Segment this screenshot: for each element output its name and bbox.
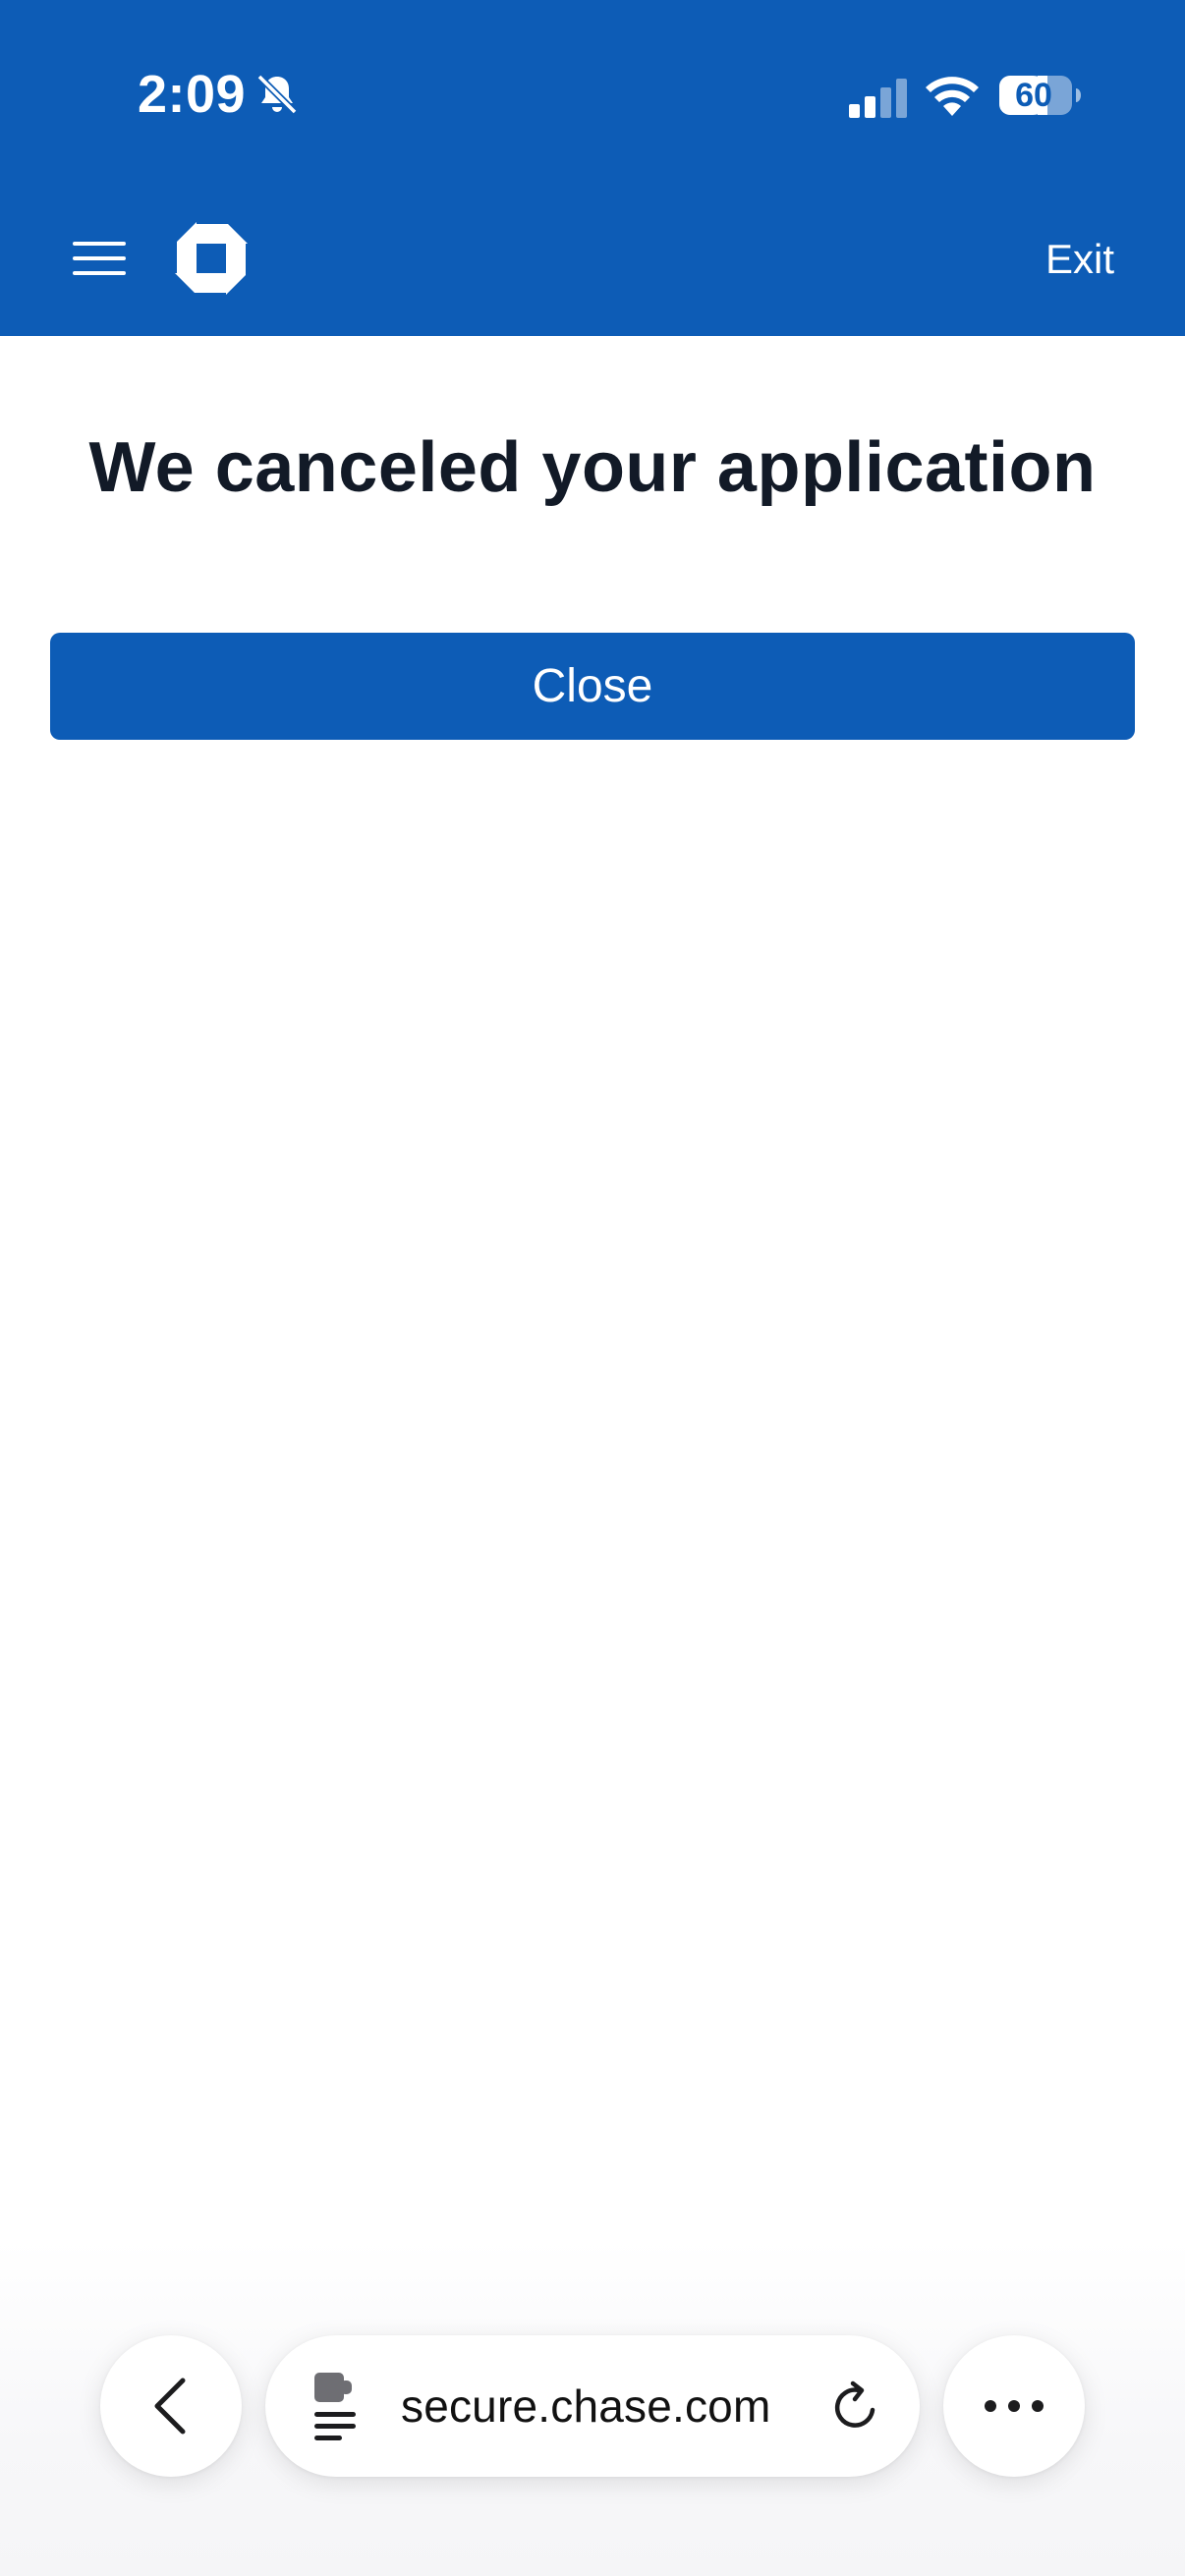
page-title: We canceled your application [88,428,1097,507]
chase-logo-icon[interactable] [175,222,248,295]
chevron-left-icon [154,2378,186,2435]
url-text: secure.chase.com [401,2380,771,2432]
back-button[interactable] [100,2335,242,2477]
more-button[interactable] [943,2335,1085,2477]
cellular-signal-icon [849,79,907,118]
address-bar[interactable]: secure.chase.com [265,2335,920,2477]
reload-icon[interactable] [829,2380,882,2434]
status-time: 2:09 [138,65,247,124]
close-button[interactable]: Close [50,633,1135,740]
exit-link[interactable]: Exit [1045,234,1114,285]
wifi-icon [926,77,979,116]
hamburger-menu-icon[interactable] [69,234,130,283]
page-extension-icon [314,2373,356,2440]
battery-percent: 60 [1015,77,1052,114]
bell-off-icon [256,74,298,115]
more-dots-icon [985,2400,1044,2412]
app-header: 2:09 60 Exit [0,0,1185,336]
